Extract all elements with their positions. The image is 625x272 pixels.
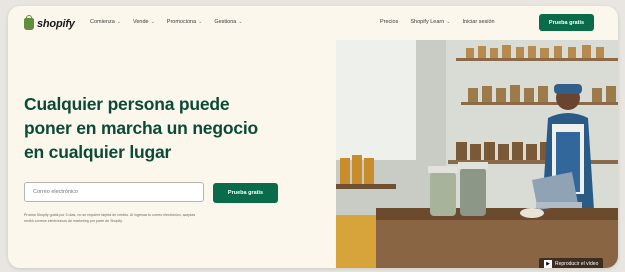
play-video-button[interactable]: ▶ Reproducir el vídeo (539, 258, 604, 268)
nav-item-comienza[interactable]: Comienza ⌄ (90, 19, 121, 25)
pricing-link[interactable]: Precios (380, 19, 398, 25)
shopify-logo[interactable]: shopify (24, 15, 75, 31)
free-trial-button-header[interactable]: Prueba gratis (539, 14, 594, 31)
nav-item-vende[interactable]: Vende ⌄ (133, 19, 155, 25)
chevron-down-icon: ⌄ (150, 19, 155, 25)
page-frame: shopify Comienza ⌄ Vende ⌄ Promociona ⌄ Ges… (8, 6, 618, 268)
chevron-down-icon: ⌄ (116, 19, 121, 25)
nav-item-gestiona[interactable]: Gestiona ⌄ (214, 19, 242, 25)
chevron-down-icon: ⌄ (238, 19, 243, 25)
top-navigation: shopify Comienza ⌄ Vende ⌄ Promociona ⌄ Ges… (8, 6, 618, 40)
learn-menu[interactable]: Shopify Learn ⌄ (410, 19, 450, 25)
nav-item-promociona[interactable]: Promociona ⌄ (167, 19, 203, 25)
free-trial-button-hero[interactable]: Prueba gratis (213, 183, 278, 203)
shop-owner-image (336, 40, 618, 268)
trial-disclaimer: Prueba Shopify gratis por 3 días, no se … (24, 213, 196, 223)
hero-photo (336, 40, 618, 268)
login-link[interactable]: Iniciar sesión (463, 19, 495, 25)
email-input[interactable] (24, 182, 204, 202)
play-icon: ▶ (544, 260, 552, 268)
chevron-down-icon: ⌄ (198, 19, 203, 25)
hero-headline: Cualquier persona puede poner en marcha … (24, 94, 259, 162)
logo-wordmark: shopify (37, 18, 75, 30)
secondary-nav: Precios Shopify Learn ⌄ Iniciar sesión (380, 19, 495, 25)
main-nav: Comienza ⌄ Vende ⌄ Promociona ⌄ Gestiona ⌄ (90, 19, 243, 25)
shopping-bag-icon (24, 15, 34, 30)
chevron-down-icon: ⌄ (446, 19, 451, 25)
